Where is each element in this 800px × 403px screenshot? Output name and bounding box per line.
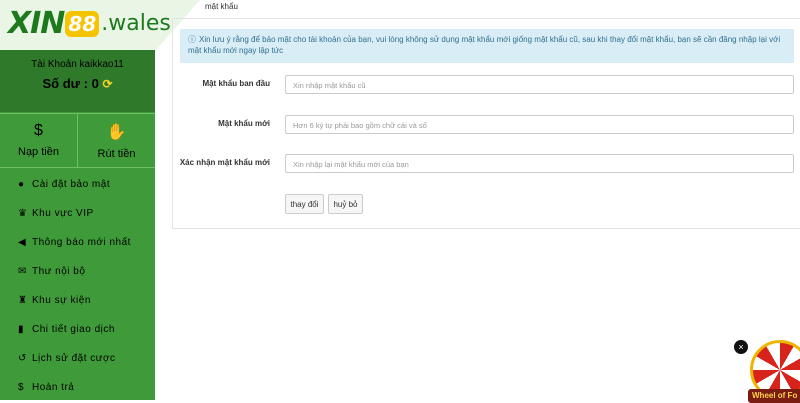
sidebar-item-label: Khu sự kiện (32, 295, 91, 306)
deposit-button[interactable]: $ Nạp tiền (0, 114, 77, 167)
refresh-icon[interactable]: ⟳ (102, 77, 112, 91)
sidebar-item-label: Thông báo mới nhất (32, 237, 131, 248)
sidebar-item-label: Khu vực VIP (32, 208, 94, 219)
submit-button[interactable]: thay đổi (285, 194, 324, 214)
info-icon: ⓘ (188, 35, 196, 44)
crown-icon: ♛ (18, 208, 28, 219)
sidebar-item-vip[interactable]: ♛ Khu vực VIP (0, 199, 155, 228)
logo-xin: XIN (8, 6, 65, 41)
new-password-label: Mật khẩu mới (218, 119, 270, 128)
balance: Số dư : 0 ⟳ (0, 76, 155, 91)
trophy-icon: ♜ (18, 295, 28, 306)
sidebar-item-bet-history[interactable]: ↺ Lịch sử đặt cược (0, 344, 155, 373)
breadcrumb: mật khẩu (205, 2, 238, 11)
sidebar-item-label: Thư nội bộ (32, 266, 86, 277)
info-notice: ⓘ Xin lưu ý rằng để bảo mật cho tài khoản… (180, 29, 794, 63)
dollar-icon: $ (18, 382, 25, 393)
withdraw-button[interactable]: ✋ Rút tiền (77, 114, 155, 167)
sidebar-item-transactions[interactable]: ▮ Chi tiết giao dịch (0, 315, 155, 344)
new-password-input[interactable]: Hơn 6 ký tự phải bao gồm chữ cái và số (285, 115, 794, 134)
sidebar-menu: ● Cài đặt bảo mật ♛ Khu vực VIP ◀ Thông báo… (0, 170, 155, 402)
old-password-label: Mật khẩu ban đầu (202, 79, 270, 88)
notice-text: Xin lưu ý rằng để bảo mật cho tài khoản … (188, 35, 781, 55)
wheel-label: Wheel of Fo (748, 389, 800, 403)
user-lock-icon: ● (18, 179, 25, 190)
old-password-input[interactable]: Xin nhập mật khẩu cũ (285, 75, 794, 94)
cancel-button[interactable]: huỷ bỏ (328, 194, 363, 214)
clipboard-icon: ▮ (18, 324, 25, 335)
close-icon[interactable]: × (734, 340, 748, 354)
sidebar-item-label: Lịch sử đặt cược (32, 353, 116, 364)
balance-text: Số dư : 0 (42, 76, 99, 91)
withdraw-icon: ✋ (106, 124, 127, 141)
sidebar-item-notifications[interactable]: ◀ Thông báo mới nhất (0, 228, 155, 257)
deposit-icon: $ (34, 122, 43, 139)
sidebar-item-security[interactable]: ● Cài đặt bảo mật (0, 170, 155, 199)
deposit-label: Nạp tiền (18, 146, 59, 158)
account-name: Tài Khoản kaikkao11 (31, 59, 124, 70)
logo-88: 88 (65, 10, 100, 37)
logo[interactable]: XIN 88 .wales (8, 6, 171, 41)
account-panel: Tài Khoản kaikkao11 Số dư : 0 ⟳ (0, 50, 155, 112)
sidebar-item-events[interactable]: ♜ Khu sự kiện (0, 286, 155, 315)
sidebar-item-inbox[interactable]: ✉ Thư nội bộ (0, 257, 155, 286)
sidebar-item-rebate[interactable]: $ Hoàn trả (0, 373, 155, 402)
confirm-password-input[interactable]: Xin nhập lại mật khẩu mới của bạn (285, 154, 794, 173)
quick-actions: $ Nạp tiền ✋ Rút tiền (0, 113, 155, 168)
logo-domain: .wales (101, 11, 171, 36)
withdraw-label: Rút tiền (97, 148, 136, 160)
history-icon: ↺ (18, 353, 27, 364)
sidebar-item-label: Cài đặt bảo mật (32, 179, 111, 190)
mail-icon: ✉ (18, 266, 27, 277)
sidebar-item-label: Hoàn trả (32, 382, 75, 393)
megaphone-icon: ◀ (18, 237, 27, 248)
confirm-password-label: Xác nhận mật khẩu mới (179, 158, 270, 167)
sidebar-item-label: Chi tiết giao dịch (32, 324, 115, 335)
